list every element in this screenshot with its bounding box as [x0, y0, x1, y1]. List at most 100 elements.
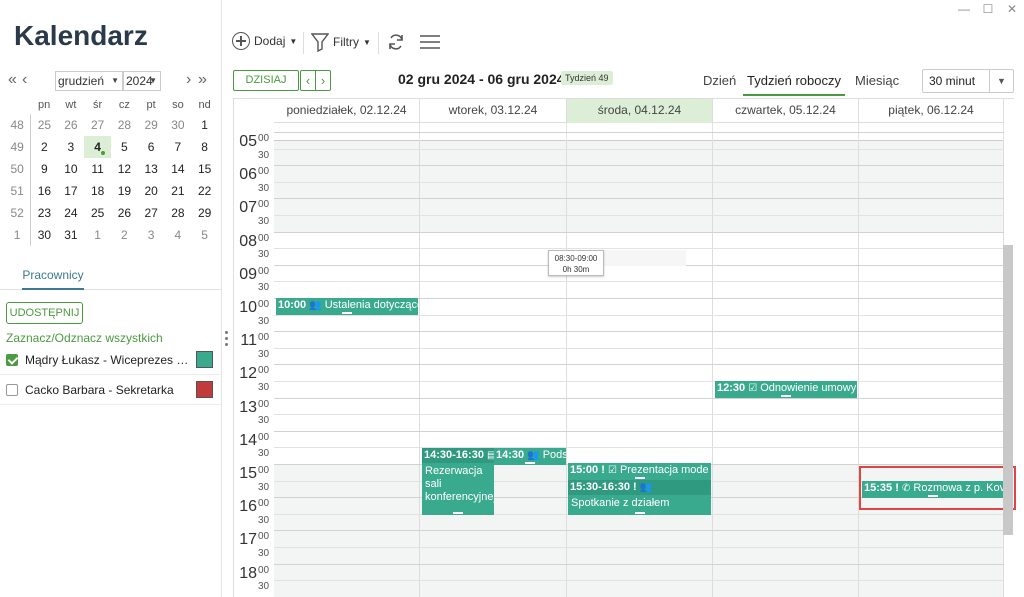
event-item[interactable]: 12:30 ☑ Odnowienie umowy — [715, 381, 857, 398]
calendar-day[interactable]: 29 — [191, 202, 218, 224]
calendar-day[interactable]: 30 — [165, 114, 192, 136]
calendar-day[interactable]: 24 — [58, 202, 85, 224]
weekday-header: śr — [93, 99, 103, 111]
refresh-button[interactable] — [387, 32, 405, 52]
calendar-day[interactable]: 25 — [31, 114, 58, 136]
close-button[interactable]: ✕ — [1000, 0, 1024, 18]
date-range-label: 02 gru 2024 - 06 gru 2024 — [398, 71, 565, 87]
toggle-all-link[interactable]: Zaznacz/Odznacz wszystkich — [6, 331, 163, 345]
calendar-day[interactable]: 15 — [191, 158, 218, 180]
event-time: 12:30 — [717, 382, 746, 394]
prev-period-button[interactable]: ‹ — [301, 71, 316, 90]
vertical-scrollbar[interactable] — [1003, 245, 1013, 535]
calendar-day[interactable]: 1 — [191, 114, 218, 136]
time-slots[interactable] — [274, 132, 1004, 597]
calendar-day[interactable]: 28 — [165, 202, 192, 224]
minute-label: 00 — [258, 133, 270, 144]
interval-select[interactable]: 30 minut ▼ — [922, 69, 1014, 93]
resize-handle[interactable] — [342, 312, 352, 314]
resize-handle[interactable] — [781, 395, 791, 397]
employee-checkbox[interactable] — [6, 384, 18, 396]
year-select[interactable]: 2024 ▼ — [123, 71, 161, 91]
panel-splitter-handle[interactable] — [225, 331, 229, 351]
calendar-day[interactable]: 5 — [111, 136, 138, 158]
employee-row[interactable]: Cacko Barbara - Sekretarka — [0, 375, 222, 405]
calendar-day[interactable]: 3 — [138, 224, 165, 246]
calendar-day[interactable]: 22 — [191, 180, 218, 202]
view-tab-day[interactable]: Dzień — [703, 73, 736, 88]
day-header[interactable]: wtorek, 03.12.24 — [420, 99, 567, 123]
calendar-day[interactable]: 1 — [84, 224, 111, 246]
week-number: 52 — [4, 202, 32, 224]
calendar-day[interactable]: 12 — [111, 158, 138, 180]
event-item[interactable]: 15:00 ! ☑ Prezentacja mode — [568, 463, 711, 480]
calendar-day[interactable]: 7 — [165, 136, 192, 158]
menu-button[interactable] — [419, 32, 441, 52]
day-header[interactable]: piątek, 06.12.24 — [859, 99, 1004, 123]
calendar-day[interactable]: 13 — [138, 158, 165, 180]
employee-color-swatch[interactable] — [196, 381, 213, 398]
calendar-day[interactable]: 14 — [165, 158, 192, 180]
event-item[interactable]: 14:30-16:30 ▤ Rezerwacja sali konferency… — [422, 448, 494, 515]
minute-label: 00 — [258, 498, 270, 510]
calendar-day-today[interactable]: 4 — [84, 136, 111, 158]
calendar-day[interactable]: 17 — [58, 180, 85, 202]
next-period-button[interactable]: › — [316, 71, 330, 90]
resize-handle[interactable] — [453, 512, 463, 514]
day-header[interactable]: czwartek, 05.12.24 — [713, 99, 859, 123]
day-header[interactable]: poniedziałek, 02.12.24 — [274, 99, 420, 123]
maximize-button[interactable]: ☐ — [976, 0, 1000, 18]
calendar-day[interactable]: 6 — [138, 136, 165, 158]
resize-handle[interactable] — [525, 462, 535, 464]
calendar-day[interactable]: 29 — [138, 114, 165, 136]
day-header-today[interactable]: środa, 04.12.24 — [567, 99, 713, 123]
next-month-button[interactable]: › — [186, 72, 191, 88]
calendar-day[interactable]: 27 — [84, 114, 111, 136]
next-year-button[interactable]: » — [198, 72, 207, 88]
minimize-button[interactable]: — — [952, 0, 976, 18]
calendar-day[interactable]: 27 — [138, 202, 165, 224]
add-button[interactable]: Dodaj ▼ — [232, 32, 297, 50]
resize-handle[interactable] — [634, 477, 645, 479]
event-item[interactable]: 15:30-16:30 ! 👥 Spotkanie z działem — [568, 480, 711, 515]
share-button[interactable]: UDOSTĘPNIJ — [6, 302, 83, 324]
employee-checkbox[interactable] — [6, 354, 18, 366]
calendar-day[interactable]: 10 — [58, 158, 85, 180]
hour-label: 05 — [239, 133, 257, 150]
view-tab-work-week[interactable]: Tydzień roboczy — [743, 73, 845, 96]
calendar-day[interactable]: 5 — [191, 224, 218, 246]
event-item[interactable]: 14:30 👥 Pods — [494, 448, 566, 465]
calendar-day[interactable]: 20 — [138, 180, 165, 202]
calendar-day[interactable]: 26 — [58, 114, 85, 136]
calendar-day[interactable]: 2 — [31, 136, 58, 158]
minute-label: 30 — [258, 182, 270, 194]
calendar-day[interactable]: 25 — [84, 202, 111, 224]
month-select[interactable]: grudzień ▼ — [55, 71, 123, 91]
calendar-day[interactable]: 23 — [31, 202, 58, 224]
calendar-day[interactable]: 8 — [191, 136, 218, 158]
calendar-day[interactable]: 18 — [84, 180, 111, 202]
calendar-day[interactable]: 4 — [165, 224, 192, 246]
minute-label: 00 — [258, 232, 270, 244]
employee-color-swatch[interactable] — [196, 351, 213, 368]
calendar-day[interactable]: 28 — [111, 114, 138, 136]
calendar-day[interactable]: 9 — [31, 158, 58, 180]
resize-handle[interactable] — [634, 512, 645, 514]
filters-button[interactable]: Filtry ▼ — [311, 32, 371, 52]
prev-year-button[interactable]: « — [8, 72, 17, 88]
calendar-day[interactable]: 31 — [58, 224, 85, 246]
today-button[interactable]: DZISIAJ — [233, 70, 299, 91]
employee-row[interactable]: Mądry Łukasz - Wiceprezes zarządu — [0, 345, 222, 375]
calendar-day[interactable]: 30 — [31, 224, 58, 246]
calendar-day[interactable]: 2 — [111, 224, 138, 246]
view-tab-month[interactable]: Miesiąc — [855, 73, 899, 88]
calendar-day[interactable]: 3 — [58, 136, 85, 158]
calendar-day[interactable]: 26 — [111, 202, 138, 224]
calendar-day[interactable]: 16 — [31, 180, 58, 202]
tab-employees[interactable]: Pracownicy — [22, 268, 84, 290]
calendar-day[interactable]: 21 — [165, 180, 192, 202]
prev-month-button[interactable]: ‹ — [22, 72, 27, 88]
calendar-day[interactable]: 19 — [111, 180, 138, 202]
calendar-day[interactable]: 11 — [84, 158, 111, 180]
event-item[interactable]: 10:00 👥 Ustalenia dotyczące — [276, 298, 418, 315]
